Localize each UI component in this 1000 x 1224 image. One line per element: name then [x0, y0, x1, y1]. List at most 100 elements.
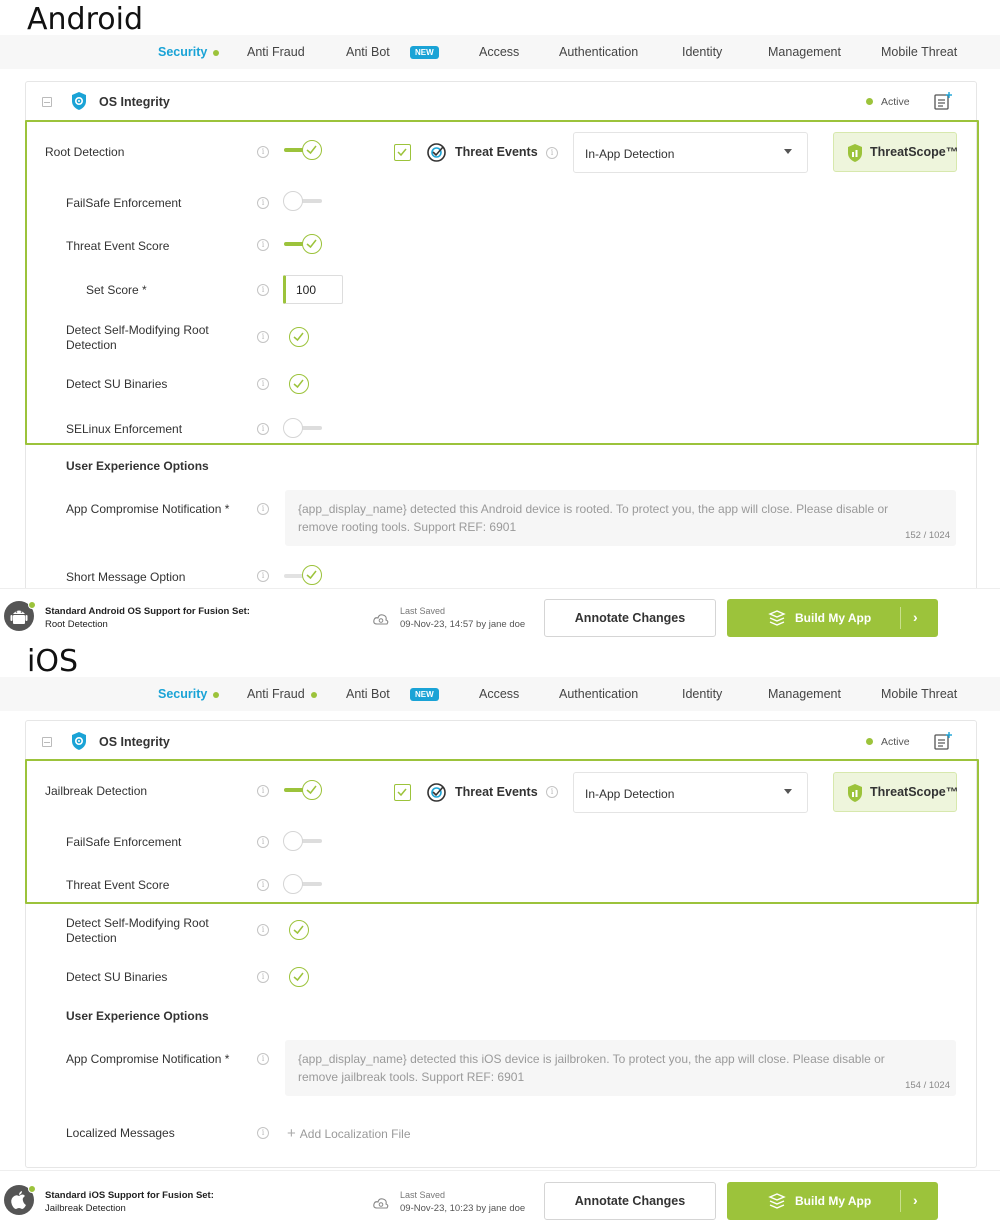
build-label: Build My App — [795, 1194, 872, 1208]
button-divider — [900, 607, 901, 629]
shield-gear-icon — [69, 91, 89, 116]
nav-tab-anti-fraud[interactable]: Anti Fraud — [247, 35, 305, 69]
status-dot — [866, 98, 873, 105]
active-dot — [213, 691, 220, 698]
target-icon — [426, 782, 447, 808]
threat-events-checkbox[interactable] — [394, 784, 411, 801]
char-count: 154 / 1024 — [905, 1080, 950, 1091]
info-icon[interactable]: i — [546, 786, 558, 798]
toggle-knob — [302, 140, 322, 160]
chevron-right-icon[interactable]: › — [913, 609, 918, 625]
build-my-app-button[interactable]: Build My App › — [727, 1182, 938, 1220]
card-title: OS Integrity — [99, 735, 170, 749]
su-binaries-check[interactable] — [289, 374, 309, 394]
select-value: In-App Detection — [585, 787, 675, 801]
info-icon[interactable]: i — [257, 423, 269, 435]
info-icon[interactable]: i — [257, 146, 269, 158]
nav-tab-anti-fraud[interactable]: Anti Fraud — [247, 677, 317, 711]
set-score-label: Set Score * — [86, 283, 147, 297]
toggle-knob — [302, 234, 322, 254]
info-icon[interactable]: i — [257, 570, 269, 582]
selinux-label: SELinux Enforcement — [66, 422, 183, 436]
cloud-sync-icon — [373, 1196, 389, 1214]
info-icon[interactable]: i — [257, 971, 269, 983]
su-binaries-check[interactable] — [289, 967, 309, 987]
last-saved-value: 09-Nov-23, 14:57 by jane doe — [400, 619, 526, 630]
required-asterisk: * — [142, 283, 147, 297]
toggle-knob — [283, 191, 303, 211]
threatscope-button[interactable]: ThreatScope™ — [833, 132, 958, 172]
chevron-down-icon — [784, 789, 792, 794]
annotate-changes-button[interactable]: Annotate Changes — [544, 599, 716, 637]
nav-tab-identity[interactable]: Identity — [682, 35, 722, 69]
required-asterisk: * — [224, 1052, 230, 1066]
info-icon[interactable]: i — [257, 197, 269, 209]
nav-tab-anti-bot[interactable]: Anti Bot — [346, 35, 390, 69]
nav-tab-authentication[interactable]: Authentication — [559, 677, 638, 711]
score-value: 100 — [296, 283, 317, 297]
char-count: 152 / 1024 — [905, 530, 950, 541]
set-score-input[interactable]: 100 — [283, 275, 343, 304]
ux-options-heading: User Experience Options — [66, 1009, 209, 1023]
info-icon[interactable]: i — [257, 503, 269, 515]
threatscope-button[interactable]: ThreatScope™ — [833, 772, 958, 812]
collapse-icon[interactable] — [42, 737, 52, 747]
nav-tab-management[interactable]: Management — [768, 35, 841, 69]
root-detection-label: Root Detection — [45, 145, 125, 159]
status-text: Active — [881, 736, 910, 748]
info-icon[interactable]: i — [257, 1053, 269, 1065]
nav-tab-mobile-threat[interactable]: Mobile Threat — [881, 677, 957, 711]
ux-options-heading: User Experience Options — [66, 459, 209, 473]
cloud-sync-icon — [373, 612, 389, 630]
notification-textarea[interactable]: {app_display_name} detected this Android… — [285, 490, 956, 546]
threatscope-shield-icon — [846, 143, 864, 168]
annotate-changes-button[interactable]: Annotate Changes — [544, 1182, 716, 1220]
info-icon[interactable]: i — [257, 284, 269, 296]
add-note-icon[interactable] — [933, 731, 953, 756]
last-saved-label: Last Saved — [400, 1190, 446, 1200]
nav-tab-identity[interactable]: Identity — [682, 677, 722, 711]
nav-tab-management[interactable]: Management — [768, 677, 841, 711]
self-modifying-check[interactable] — [289, 920, 309, 940]
info-icon[interactable]: i — [257, 331, 269, 343]
self-modifying-check[interactable] — [289, 327, 309, 347]
status-text: Active — [881, 96, 910, 108]
chevron-down-icon — [784, 149, 792, 154]
add-localization-link[interactable]: + Add Localization File — [287, 1125, 411, 1142]
threat-events-label: Threat Events — [455, 785, 538, 799]
info-icon[interactable]: i — [257, 378, 269, 390]
info-icon[interactable]: i — [257, 836, 269, 848]
nav-tab-mobile-threat[interactable]: Mobile Threat — [881, 35, 957, 69]
active-dot — [213, 49, 220, 56]
detection-mode-select[interactable]: In-App Detection — [573, 772, 808, 813]
toggle-knob — [283, 418, 303, 438]
threat-events-checkbox[interactable] — [394, 144, 411, 161]
platform-label-ios: iOS — [27, 644, 78, 679]
info-icon[interactable]: i — [257, 785, 269, 797]
nav-tab-authentication[interactable]: Authentication — [559, 35, 638, 69]
nav-tab-anti-bot[interactable]: Anti Bot — [346, 677, 390, 711]
footer-android: Standard Android OS Support for Fusion S… — [0, 588, 1000, 646]
notification-textarea[interactable]: {app_display_name} detected this iOS dev… — [285, 1040, 956, 1096]
nav-tab-access[interactable]: Access — [479, 35, 519, 69]
nav-tab-access[interactable]: Access — [479, 677, 519, 711]
footer-subtitle: Root Detection — [45, 619, 108, 630]
info-icon[interactable]: i — [257, 1127, 269, 1139]
info-icon[interactable]: i — [257, 239, 269, 251]
threat-event-score-label: Threat Event Score — [66, 878, 170, 892]
info-icon[interactable]: i — [257, 924, 269, 936]
info-icon[interactable]: i — [257, 879, 269, 891]
info-icon[interactable]: i — [546, 147, 558, 159]
nav-tab-security[interactable]: Security — [158, 677, 220, 711]
chevron-right-icon[interactable]: › — [913, 1192, 918, 1208]
footer-subtitle: Jailbreak Detection — [45, 1203, 126, 1214]
add-note-icon[interactable] — [933, 91, 953, 116]
su-binaries-label: Detect SU Binaries — [66, 377, 168, 391]
localized-messages-label: Localized Messages — [66, 1126, 175, 1140]
build-my-app-button[interactable]: Build My App › — [727, 599, 938, 637]
nav-tab-security[interactable]: Security — [158, 35, 220, 69]
collapse-icon[interactable] — [42, 97, 52, 107]
short-message-label: Short Message Option — [66, 570, 186, 584]
toggle-knob — [283, 874, 303, 894]
detection-mode-select[interactable]: In-App Detection — [573, 132, 808, 173]
